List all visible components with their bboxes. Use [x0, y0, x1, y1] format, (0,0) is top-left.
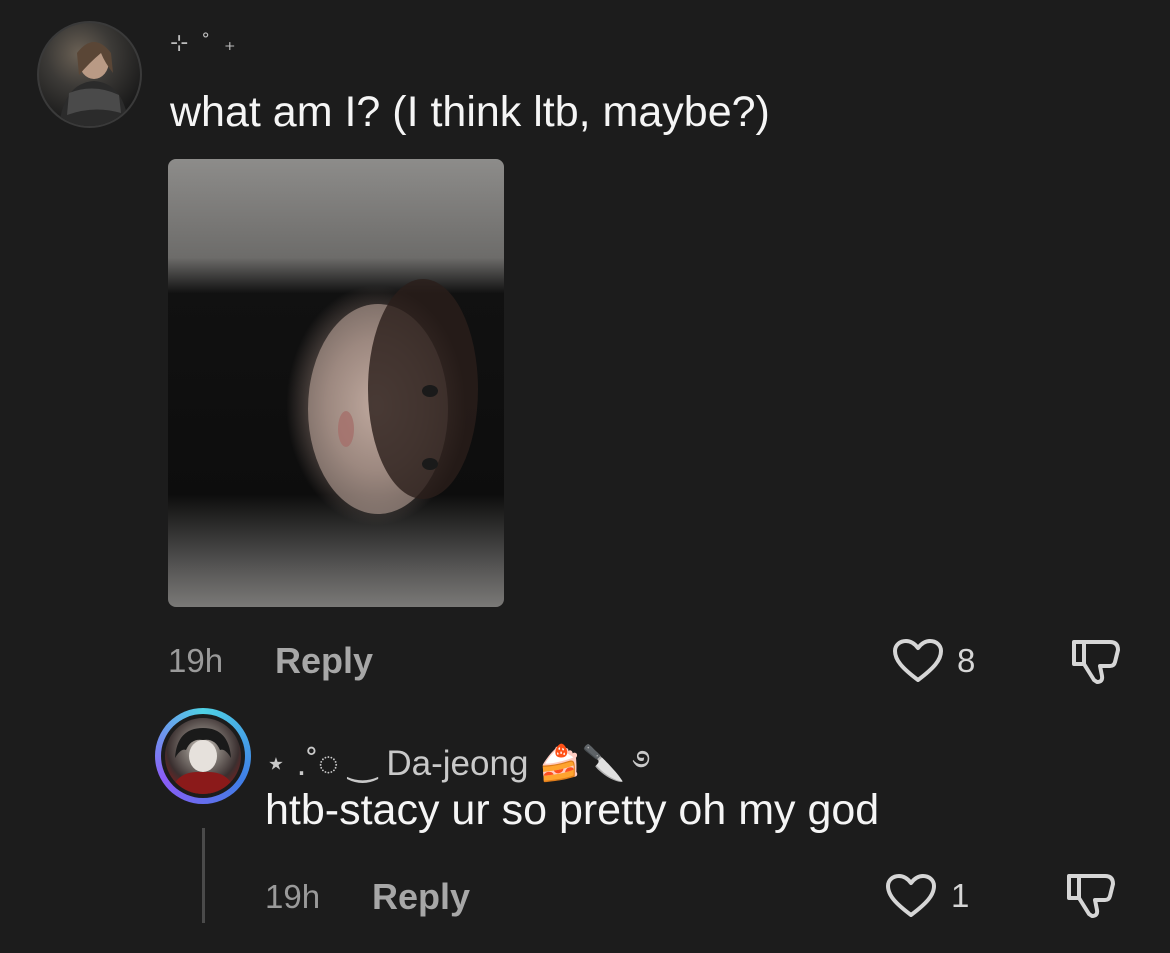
- comment-timestamp: 19h: [168, 642, 224, 679]
- thread-line: [202, 828, 205, 923]
- thumbs-down-icon[interactable]: [1070, 636, 1124, 686]
- commenter-username[interactable]: ⊹ ˚ ₊: [170, 30, 240, 56]
- thumbs-down-icon[interactable]: [1065, 870, 1119, 920]
- comment-photo[interactable]: [168, 159, 504, 607]
- reply-button[interactable]: Reply: [275, 640, 373, 682]
- reply-button[interactable]: Reply: [372, 876, 470, 918]
- heart-icon[interactable]: [892, 638, 944, 684]
- reply-text: htb-stacy ur so pretty oh my god: [265, 786, 880, 834]
- like-count: 8: [957, 642, 976, 679]
- like-count: 1: [951, 877, 970, 914]
- replier-avatar[interactable]: [155, 708, 251, 804]
- reply-timestamp: 19h: [265, 878, 321, 915]
- comment-text: what am I? (I think ltb, maybe?): [170, 88, 770, 136]
- commenter-avatar[interactable]: [37, 21, 142, 128]
- heart-icon[interactable]: [885, 873, 937, 919]
